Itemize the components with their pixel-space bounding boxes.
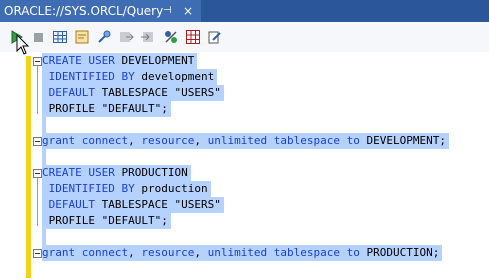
- code-text: TABLESPACE "USERS": [94, 198, 221, 211]
- code-text: PRODUCTION: [114, 166, 188, 179]
- sql-editor[interactable]: CREATE USER DEVELOPMENT IDENTIFIED BY de…: [0, 33, 489, 280]
- code-line: grant connect, resource, unlimited table…: [42, 245, 443, 261]
- code-text: DEVELOPMENT;: [359, 134, 446, 147]
- stop-icon[interactable]: [30, 29, 46, 45]
- code-text: production: [134, 182, 208, 195]
- fold-toggle-icon[interactable]: [33, 249, 42, 258]
- code-keyword: resource: [134, 246, 195, 259]
- export-icon[interactable]: [118, 29, 134, 45]
- tab-bar: ORACLE://SYS.ORCL/Query ⊣ ×: [0, 0, 489, 22]
- fold-toggle-icon[interactable]: [33, 57, 42, 66]
- edit-icon[interactable]: [207, 29, 223, 45]
- code-text: PRODUCTION;: [359, 246, 440, 259]
- mouse-cursor-icon: [16, 33, 30, 56]
- table-icon[interactable]: [185, 29, 201, 45]
- fold-guide: [37, 66, 38, 114]
- code-text: ,: [194, 246, 201, 259]
- code-keyword: DEFAULT: [42, 86, 95, 99]
- code-line: CREATE USER DEVELOPMENT: [42, 53, 198, 69]
- fold-toggle-icon[interactable]: [33, 137, 42, 146]
- blank-line: [42, 149, 46, 165]
- code-keyword: unlimited tablespace to: [200, 246, 360, 259]
- code-keyword: unlimited tablespace to: [200, 134, 360, 147]
- code-text: PROFILE "DEFAULT";: [42, 102, 168, 115]
- pin-icon[interactable]: ⊣: [163, 0, 172, 22]
- grid-icon[interactable]: [52, 29, 68, 45]
- code-keyword: IDENTIFIED BY: [42, 70, 135, 83]
- code-text: PROFILE "DEFAULT";: [42, 214, 168, 227]
- code-line: DEFAULT TABLESPACE "USERS": [42, 197, 224, 213]
- code-line: IDENTIFIED BY development: [42, 69, 218, 85]
- code-keyword: grant connect: [42, 134, 129, 147]
- code-keyword: CREATE USER: [42, 54, 115, 67]
- blank-line: [42, 117, 46, 133]
- code-line: PROFILE "DEFAULT";: [42, 101, 171, 117]
- code-keyword: IDENTIFIED BY: [42, 182, 135, 195]
- code-line: PROFILE "DEFAULT";: [42, 213, 171, 229]
- blank-line: [42, 229, 46, 245]
- code-line: IDENTIFIED BY production: [42, 181, 211, 197]
- code-line: grant connect, resource, unlimited table…: [42, 133, 449, 149]
- code-keyword: resource: [134, 134, 195, 147]
- code-text: ,: [128, 134, 135, 147]
- code-keyword: grant connect: [42, 246, 129, 259]
- code-keyword: DEFAULT: [42, 198, 95, 211]
- code-text: TABLESPACE "USERS": [94, 86, 221, 99]
- code-keyword: CREATE USER: [42, 166, 115, 179]
- close-icon[interactable]: ×: [183, 0, 193, 22]
- change-margin: [26, 56, 31, 278]
- format-icon[interactable]: [163, 29, 179, 45]
- code-text: ,: [128, 246, 135, 259]
- code-line: CREATE USER PRODUCTION: [42, 165, 191, 181]
- code-text: ,: [194, 134, 201, 147]
- fold-toggle-icon[interactable]: [33, 169, 42, 178]
- code-text: development: [134, 70, 215, 83]
- settings-icon[interactable]: [96, 29, 112, 45]
- import-icon[interactable]: [140, 29, 156, 45]
- query-tab[interactable]: ORACLE://SYS.ORCL/Query ⊣ ×: [0, 0, 201, 22]
- code-text: DEVELOPMENT: [114, 54, 195, 67]
- explain-plan-icon[interactable]: [74, 29, 90, 45]
- fold-guide: [37, 178, 38, 226]
- query-toolbar: [0, 22, 489, 53]
- tab-title: ORACLE://SYS.ORCL/Query: [4, 4, 164, 18]
- code-line: DEFAULT TABLESPACE "USERS": [42, 85, 224, 101]
